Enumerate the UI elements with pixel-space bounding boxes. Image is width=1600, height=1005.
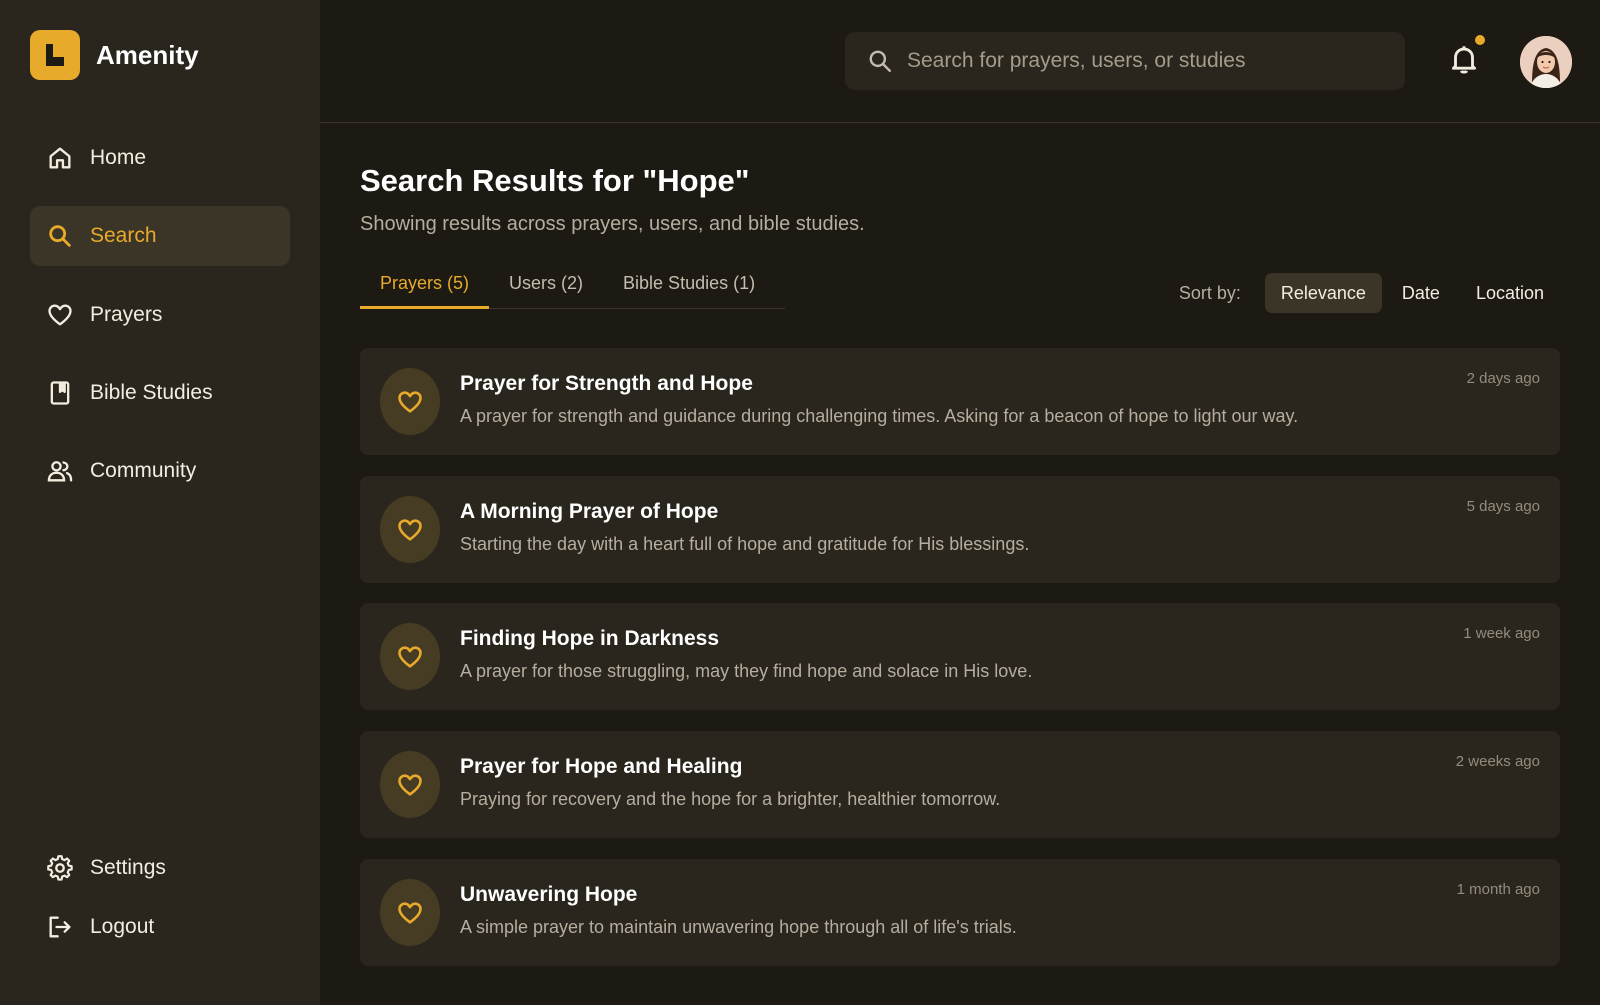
result-description: A prayer for strength and guidance durin… [460, 406, 1299, 426]
result-description: Praying for recovery and the hope for a … [460, 789, 1001, 809]
notification-dot [1475, 35, 1485, 45]
sidebar-item-label: Bible Studies [90, 381, 213, 404]
sort-relevance-button[interactable]: Relevance [1264, 273, 1382, 313]
result-card[interactable]: Finding Hope in Darkness A prayer for th… [360, 603, 1560, 710]
result-title: Prayer for Hope and Healing [460, 755, 743, 778]
result-description: A simple prayer to maintain unwavering h… [460, 917, 1017, 937]
sidebar-item-label: Community [90, 459, 197, 482]
sidebar-item-label: Prayers [90, 303, 163, 326]
result-title: Prayer for Strength and Hope [460, 372, 753, 395]
page-title: Search Results for "Hope" [360, 163, 750, 198]
result-title: A Morning Prayer of Hope [460, 500, 719, 523]
sidebar-item-search[interactable]: Search [30, 206, 290, 266]
home-icon [46, 144, 74, 172]
gear-icon [46, 854, 74, 882]
tab-bible-studies[interactable]: Bible Studies (1) [603, 267, 775, 309]
search-input[interactable] [907, 49, 1377, 73]
sidebar-item-settings[interactable]: Settings [30, 838, 290, 898]
top-bar [320, 0, 1600, 123]
result-timestamp: 1 week ago [1463, 625, 1540, 642]
sort-date-button[interactable]: Date [1386, 273, 1456, 313]
logout-icon [46, 913, 74, 941]
result-timestamp: 2 days ago [1466, 370, 1540, 387]
page-subtitle: Showing results across prayers, users, a… [360, 213, 865, 235]
user-avatar[interactable] [1520, 36, 1572, 88]
brand-name: Amenity [96, 39, 199, 70]
heart-icon [46, 301, 74, 329]
search-icon [869, 50, 891, 72]
heart-icon [380, 879, 440, 946]
sidebar-item-bible-studies[interactable]: Bible Studies [30, 363, 290, 423]
tab-prayers[interactable]: Prayers (5) [360, 267, 490, 309]
result-card[interactable]: Prayer for Strength and Hope A prayer fo… [360, 348, 1560, 455]
heart-icon [380, 751, 440, 818]
search-icon [46, 222, 74, 250]
users-icon [46, 457, 74, 485]
brand[interactable]: Amenity [30, 30, 199, 80]
result-description: A prayer for those struggling, may they … [460, 661, 1033, 681]
sidebar-item-logout[interactable]: Logout [30, 897, 290, 957]
sidebar-item-label: Settings [90, 856, 166, 879]
sidebar-item-label: Logout [90, 915, 155, 938]
sort-location-button[interactable]: Location [1460, 273, 1560, 313]
result-tabs: Prayers (5) Users (2) Bible Studies (1) [360, 267, 785, 309]
global-search[interactable] [845, 32, 1405, 90]
sidebar-item-label: Search [90, 224, 157, 247]
result-card[interactable]: Unwavering Hope A simple prayer to maint… [360, 859, 1560, 966]
book-icon [46, 379, 74, 407]
result-timestamp: 2 weeks ago [1455, 753, 1540, 770]
result-card[interactable]: A Morning Prayer of Hope Starting the da… [360, 476, 1560, 583]
result-title: Finding Hope in Darkness [460, 627, 720, 650]
result-card[interactable]: Prayer for Hope and Healing Praying for … [360, 731, 1560, 838]
sort-controls: Sort by: Relevance Date Location [1179, 273, 1560, 313]
sidebar-item-community[interactable]: Community [30, 441, 290, 501]
result-title: Unwavering Hope [460, 883, 638, 906]
sidebar-item-prayers[interactable]: Prayers [30, 285, 290, 345]
heart-icon [380, 496, 440, 563]
heart-icon [380, 623, 440, 690]
sort-label: Sort by: [1178, 282, 1241, 303]
sidebar-item-label: Home [90, 146, 147, 169]
bell-icon[interactable] [1447, 42, 1481, 76]
sidebar: Amenity Home Search Prayers Bible Studie… [0, 0, 320, 1005]
result-timestamp: 1 month ago [1456, 881, 1540, 898]
result-timestamp: 5 days ago [1466, 498, 1540, 515]
sidebar-item-home[interactable]: Home [30, 128, 290, 188]
tab-users[interactable]: Users (2) [489, 267, 603, 309]
amenity-logo-icon [30, 30, 80, 80]
result-description: Starting the day with a heart full of ho… [460, 534, 1030, 554]
heart-icon [380, 368, 440, 435]
